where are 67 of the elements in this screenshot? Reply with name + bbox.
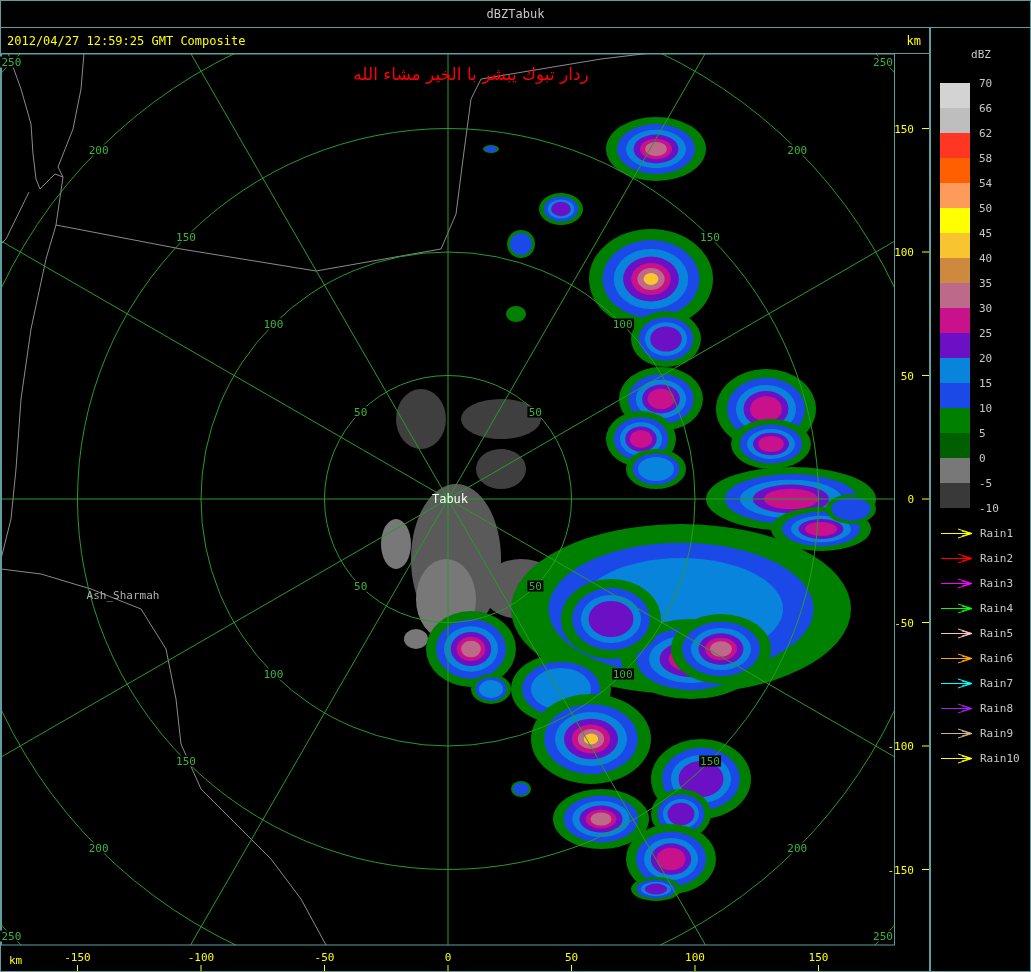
range-label: 200 [87,842,110,854]
axis-tick-label: 50 [564,951,579,964]
scale-value-label: 70 [979,76,994,92]
scale-unit-label: dBZ [970,48,992,62]
range-label: 50 [527,406,543,418]
axis-tick-label: 50 [900,369,914,383]
axis-tick-label: 0 [907,493,914,506]
range-label: 100 [262,668,285,680]
scale-value-label: 54 [979,176,994,192]
range-label: 150 [175,231,197,243]
range-label: 50 [353,580,369,592]
scale-value-label: 58 [979,151,994,167]
track-label: Rain3 [980,577,1014,590]
track-label: Rain9 [980,727,1014,740]
track-label: Rain1 [980,527,1014,540]
scale-value-label: 66 [979,101,994,117]
window-title: dBZTabuk [486,7,545,21]
scale-value-label: 10 [979,401,994,417]
range-label: 50 [527,580,543,592]
range-label: 250 [872,56,894,68]
unit-label: km [906,33,921,48]
scale-value-label: 40 [979,251,994,267]
scale-value-label: 30 [979,301,994,317]
range-label: 250 [0,56,23,68]
range-label: 100 [262,318,285,330]
radar-caption: ردار تبوك يبشر با الخير مشاء الله [353,64,589,84]
track-label: Rain7 [980,677,1014,690]
axis-tick-label: 150 [894,122,914,136]
range-label: 250 [872,930,894,942]
scale-value-label: -5 [979,476,994,492]
range-label: 200 [786,144,809,156]
scale-value-label: 50 [979,201,994,217]
axis-tick-label: -50 [314,951,335,964]
track-label: Rain6 [980,652,1014,665]
range-label: 150 [175,755,197,767]
site-label: Tabuk [431,492,469,506]
scale-value-label: 20 [979,351,994,367]
scale-value-label: 35 [979,276,994,292]
track-label: Rain2 [980,552,1014,565]
scale-value-label: 0 [979,451,987,467]
axis-tick-label: -100 [187,951,215,964]
axis-tick-label: -50 [894,616,914,630]
range-label: 100 [611,668,634,680]
scale-value-label: 15 [979,376,994,392]
track-label: Rain4 [980,602,1014,615]
range-label: 150 [699,231,721,243]
range-label: 50 [353,406,369,418]
scale-value-label: 45 [979,226,994,242]
track-label: Rain8 [980,702,1014,715]
range-label: 200 [786,842,809,854]
scale-value-label: 5 [979,426,987,442]
track-label: Rain5 [980,627,1014,640]
scale-value-label: 62 [979,126,994,142]
range-label: 150 [699,755,721,767]
scale-value-label: -10 [979,501,999,517]
axis-tick-label: 100 [685,951,705,964]
axis-tick-label: -150 [64,951,91,964]
axis-tick-label: 100 [894,246,914,259]
track-label: Rain10 [980,752,1020,765]
scale-value-label: 25 [979,326,994,342]
axis-tick-label: 0 [444,951,452,964]
axis-tick-label: 150 [808,951,829,964]
timestamp: 2012/04/27 12:59:25 GMT Composite [7,33,246,48]
range-label: 100 [611,318,634,330]
range-label: 200 [87,144,110,156]
axis-unit-label: km [9,954,23,967]
range-label: 250 [0,930,23,942]
